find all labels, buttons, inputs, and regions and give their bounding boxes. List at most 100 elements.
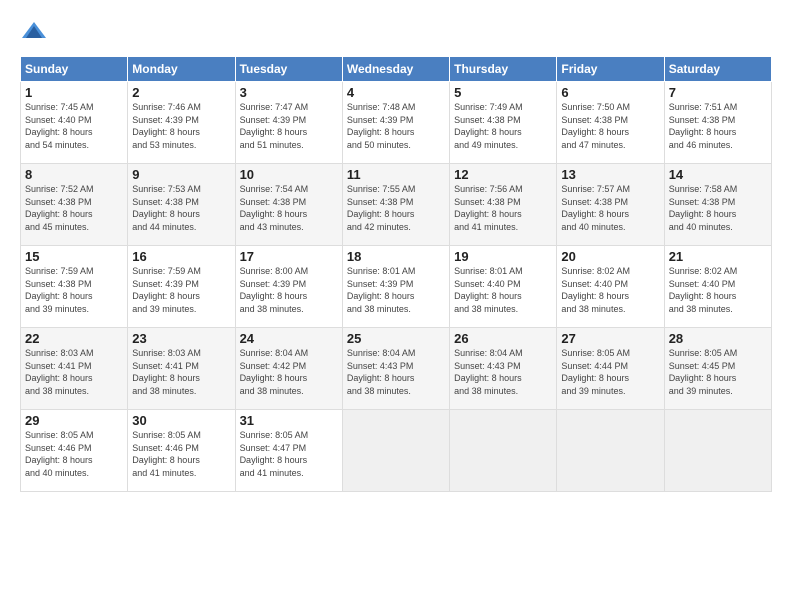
calendar-cell: 1Sunrise: 7:45 AMSunset: 4:40 PMDaylight… xyxy=(21,82,128,164)
calendar-cell: 24Sunrise: 8:04 AMSunset: 4:42 PMDayligh… xyxy=(235,328,342,410)
calendar-week-row: 15Sunrise: 7:59 AMSunset: 4:38 PMDayligh… xyxy=(21,246,772,328)
calendar-week-row: 29Sunrise: 8:05 AMSunset: 4:46 PMDayligh… xyxy=(21,410,772,492)
day-number: 24 xyxy=(240,331,338,346)
day-info: Sunrise: 7:58 AMSunset: 4:38 PMDaylight:… xyxy=(669,183,767,233)
day-number: 3 xyxy=(240,85,338,100)
day-number: 13 xyxy=(561,167,659,182)
day-info: Sunrise: 7:55 AMSunset: 4:38 PMDaylight:… xyxy=(347,183,445,233)
day-info: Sunrise: 7:54 AMSunset: 4:38 PMDaylight:… xyxy=(240,183,338,233)
calendar-table: SundayMondayTuesdayWednesdayThursdayFrid… xyxy=(20,56,772,492)
calendar-cell: 22Sunrise: 8:03 AMSunset: 4:41 PMDayligh… xyxy=(21,328,128,410)
calendar-cell: 17Sunrise: 8:00 AMSunset: 4:39 PMDayligh… xyxy=(235,246,342,328)
day-number: 29 xyxy=(25,413,123,428)
day-number: 22 xyxy=(25,331,123,346)
day-number: 27 xyxy=(561,331,659,346)
day-info: Sunrise: 7:56 AMSunset: 4:38 PMDaylight:… xyxy=(454,183,552,233)
day-number: 11 xyxy=(347,167,445,182)
day-info: Sunrise: 8:02 AMSunset: 4:40 PMDaylight:… xyxy=(561,265,659,315)
day-number: 9 xyxy=(132,167,230,182)
calendar-cell: 7Sunrise: 7:51 AMSunset: 4:38 PMDaylight… xyxy=(664,82,771,164)
header xyxy=(20,18,772,46)
calendar-header-row: SundayMondayTuesdayWednesdayThursdayFrid… xyxy=(21,57,772,82)
day-info: Sunrise: 7:45 AMSunset: 4:40 PMDaylight:… xyxy=(25,101,123,151)
calendar-header-wednesday: Wednesday xyxy=(342,57,449,82)
calendar-cell: 10Sunrise: 7:54 AMSunset: 4:38 PMDayligh… xyxy=(235,164,342,246)
calendar-cell: 6Sunrise: 7:50 AMSunset: 4:38 PMDaylight… xyxy=(557,82,664,164)
day-number: 4 xyxy=(347,85,445,100)
day-number: 30 xyxy=(132,413,230,428)
calendar-cell: 4Sunrise: 7:48 AMSunset: 4:39 PMDaylight… xyxy=(342,82,449,164)
day-number: 31 xyxy=(240,413,338,428)
calendar-header-monday: Monday xyxy=(128,57,235,82)
calendar-cell: 14Sunrise: 7:58 AMSunset: 4:38 PMDayligh… xyxy=(664,164,771,246)
day-number: 5 xyxy=(454,85,552,100)
calendar-cell: 15Sunrise: 7:59 AMSunset: 4:38 PMDayligh… xyxy=(21,246,128,328)
day-info: Sunrise: 7:57 AMSunset: 4:38 PMDaylight:… xyxy=(561,183,659,233)
day-info: Sunrise: 7:53 AMSunset: 4:38 PMDaylight:… xyxy=(132,183,230,233)
day-info: Sunrise: 7:47 AMSunset: 4:39 PMDaylight:… xyxy=(240,101,338,151)
day-info: Sunrise: 8:05 AMSunset: 4:46 PMDaylight:… xyxy=(132,429,230,479)
day-info: Sunrise: 8:04 AMSunset: 4:43 PMDaylight:… xyxy=(454,347,552,397)
day-number: 14 xyxy=(669,167,767,182)
calendar-cell xyxy=(664,410,771,492)
day-number: 17 xyxy=(240,249,338,264)
day-info: Sunrise: 7:46 AMSunset: 4:39 PMDaylight:… xyxy=(132,101,230,151)
calendar-cell xyxy=(450,410,557,492)
day-number: 16 xyxy=(132,249,230,264)
calendar-header-friday: Friday xyxy=(557,57,664,82)
calendar-cell: 19Sunrise: 8:01 AMSunset: 4:40 PMDayligh… xyxy=(450,246,557,328)
calendar-week-row: 8Sunrise: 7:52 AMSunset: 4:38 PMDaylight… xyxy=(21,164,772,246)
calendar-cell: 8Sunrise: 7:52 AMSunset: 4:38 PMDaylight… xyxy=(21,164,128,246)
day-info: Sunrise: 7:59 AMSunset: 4:39 PMDaylight:… xyxy=(132,265,230,315)
day-number: 25 xyxy=(347,331,445,346)
day-info: Sunrise: 7:59 AMSunset: 4:38 PMDaylight:… xyxy=(25,265,123,315)
day-number: 8 xyxy=(25,167,123,182)
day-number: 19 xyxy=(454,249,552,264)
day-number: 2 xyxy=(132,85,230,100)
calendar-cell: 23Sunrise: 8:03 AMSunset: 4:41 PMDayligh… xyxy=(128,328,235,410)
calendar-cell: 27Sunrise: 8:05 AMSunset: 4:44 PMDayligh… xyxy=(557,328,664,410)
calendar-cell: 2Sunrise: 7:46 AMSunset: 4:39 PMDaylight… xyxy=(128,82,235,164)
logo-icon xyxy=(20,18,48,46)
day-info: Sunrise: 7:51 AMSunset: 4:38 PMDaylight:… xyxy=(669,101,767,151)
calendar-cell: 18Sunrise: 8:01 AMSunset: 4:39 PMDayligh… xyxy=(342,246,449,328)
day-info: Sunrise: 8:03 AMSunset: 4:41 PMDaylight:… xyxy=(132,347,230,397)
day-number: 21 xyxy=(669,249,767,264)
day-info: Sunrise: 8:04 AMSunset: 4:43 PMDaylight:… xyxy=(347,347,445,397)
calendar-header-thursday: Thursday xyxy=(450,57,557,82)
calendar-cell: 13Sunrise: 7:57 AMSunset: 4:38 PMDayligh… xyxy=(557,164,664,246)
calendar-cell: 16Sunrise: 7:59 AMSunset: 4:39 PMDayligh… xyxy=(128,246,235,328)
day-number: 23 xyxy=(132,331,230,346)
day-number: 26 xyxy=(454,331,552,346)
calendar-header-tuesday: Tuesday xyxy=(235,57,342,82)
logo xyxy=(20,18,52,46)
calendar-cell: 29Sunrise: 8:05 AMSunset: 4:46 PMDayligh… xyxy=(21,410,128,492)
calendar-cell: 12Sunrise: 7:56 AMSunset: 4:38 PMDayligh… xyxy=(450,164,557,246)
calendar-cell xyxy=(557,410,664,492)
day-number: 7 xyxy=(669,85,767,100)
day-info: Sunrise: 8:05 AMSunset: 4:44 PMDaylight:… xyxy=(561,347,659,397)
day-info: Sunrise: 7:52 AMSunset: 4:38 PMDaylight:… xyxy=(25,183,123,233)
calendar-header-sunday: Sunday xyxy=(21,57,128,82)
calendar-cell xyxy=(342,410,449,492)
page: SundayMondayTuesdayWednesdayThursdayFrid… xyxy=(0,0,792,612)
day-number: 1 xyxy=(25,85,123,100)
calendar-week-row: 1Sunrise: 7:45 AMSunset: 4:40 PMDaylight… xyxy=(21,82,772,164)
day-info: Sunrise: 7:48 AMSunset: 4:39 PMDaylight:… xyxy=(347,101,445,151)
calendar-cell: 11Sunrise: 7:55 AMSunset: 4:38 PMDayligh… xyxy=(342,164,449,246)
calendar-cell: 26Sunrise: 8:04 AMSunset: 4:43 PMDayligh… xyxy=(450,328,557,410)
calendar-cell: 5Sunrise: 7:49 AMSunset: 4:38 PMDaylight… xyxy=(450,82,557,164)
day-number: 18 xyxy=(347,249,445,264)
day-info: Sunrise: 8:05 AMSunset: 4:46 PMDaylight:… xyxy=(25,429,123,479)
day-info: Sunrise: 8:01 AMSunset: 4:39 PMDaylight:… xyxy=(347,265,445,315)
calendar-cell: 30Sunrise: 8:05 AMSunset: 4:46 PMDayligh… xyxy=(128,410,235,492)
calendar-cell: 21Sunrise: 8:02 AMSunset: 4:40 PMDayligh… xyxy=(664,246,771,328)
day-info: Sunrise: 8:00 AMSunset: 4:39 PMDaylight:… xyxy=(240,265,338,315)
calendar-week-row: 22 Sunrise: 8:03 AMSunset: 4:41 PMDayligh… xyxy=(21,328,772,410)
day-info: Sunrise: 8:05 AMSunset: 4:45 PMDaylight:… xyxy=(669,347,767,397)
calendar-cell: 3Sunrise: 7:47 AMSunset: 4:39 PMDaylight… xyxy=(235,82,342,164)
calendar-cell: 9Sunrise: 7:53 AMSunset: 4:38 PMDaylight… xyxy=(128,164,235,246)
day-number: 10 xyxy=(240,167,338,182)
day-info: Sunrise: 7:49 AMSunset: 4:38 PMDaylight:… xyxy=(454,101,552,151)
day-info: Sunrise: 7:50 AMSunset: 4:38 PMDaylight:… xyxy=(561,101,659,151)
